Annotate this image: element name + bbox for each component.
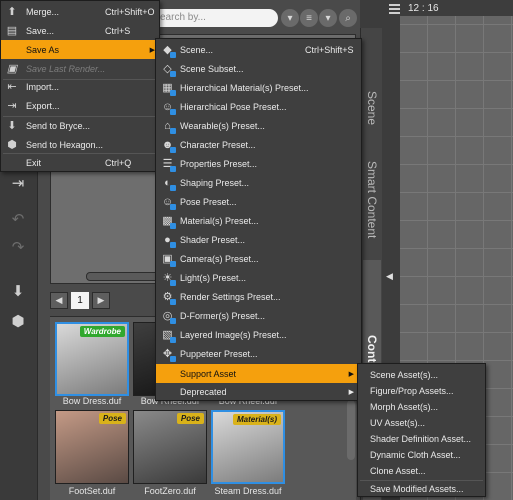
wearables-icon: ⌂ [159,118,176,134]
render-icon: ▣ [6,63,18,75]
menu-item-pose-preset[interactable]: ☺ Pose Preset... [156,192,361,211]
menu-item-layered-images-preset[interactable]: ▧ Layered Image(s) Preset... [156,325,361,344]
search-icon[interactable]: ⌕ [339,9,357,27]
support-asset-submenu: Scene Asset(s)... Figure/Prop Assets... … [357,363,486,497]
shader-icon: ● [159,232,176,248]
scene-preset-icon: ◆ [159,42,176,58]
tab-smart-content[interactable]: Smart Content [363,146,381,254]
menu-item-export[interactable]: ⇥ Export... [1,96,159,115]
menu-item-shader-preset[interactable]: ● Shader Preset... [156,230,361,249]
shaping-icon: ◐ [159,175,176,191]
menu-item-render-settings-preset[interactable]: ⚙ Render Settings Preset... [156,287,361,306]
menu-item-import[interactable]: ⇤ Import... [1,77,159,96]
import-icon: ⇤ [7,81,17,93]
pane-collapse-icon[interactable]: ◀ [386,271,393,282]
redo-icon[interactable]: ↷ [7,236,29,258]
undo-icon[interactable]: ↶ [7,208,29,230]
character-icon: ☻ [159,137,176,153]
asset-thumbnail[interactable]: Pose [133,410,207,484]
menu-item-shaping-preset[interactable]: ◐ Shaping Preset... [156,173,361,192]
layered-image-icon: ▧ [159,327,176,343]
category-badge: Pose [176,413,204,424]
hexagon-icon: ⬢ [7,139,17,151]
menu-item-lights-preset[interactable]: ☀ Light(s) Preset... [156,268,361,287]
menu-item-exit[interactable]: Exit Ctrl+Q [1,153,159,172]
viewport-time-readout: 12 : 16 [400,0,513,16]
database-dropdown-button[interactable]: ▾ [319,9,337,27]
asset-thumbnail[interactable]: Pose [55,410,129,484]
light-icon: ☀ [159,270,176,286]
menu-item-save-last-render: ▣ Save Last Render... [6,63,106,75]
asset-thumbnail[interactable]: Wardrobe [55,322,129,396]
thumbnail-vertical-scrollbar[interactable] [347,400,355,460]
submenu-arrow-icon: ▶ [348,370,354,378]
page-number[interactable]: 1 [71,292,89,309]
bryce-icon: ⬇ [7,120,17,132]
menu-item-save-modified-assets[interactable]: Save Modified Assets... [358,479,485,498]
render-settings-icon: ⚙ [159,289,176,305]
pane-menu-icon[interactable] [389,4,400,14]
category-badge: Wardrobe [79,326,125,337]
menu-item-scene[interactable]: ◆ Scene... Ctrl+Shift+S [156,40,361,59]
menu-item-deprecated[interactable]: Deprecated ▶ [156,382,361,401]
page-navigator: ◀ 1 ▶ [50,292,110,311]
category-badge: Material(s) [232,414,281,425]
puppeteer-icon: ✥ [159,346,176,362]
menu-item-send-to-bryce[interactable]: ⬇ Send to Bryce... [1,116,159,135]
menu-item-properties-preset[interactable]: ☰ Properties Preset... [156,154,361,173]
menu-item-save[interactable]: ▤ Save... Ctrl+S [1,21,159,40]
send-to-hexagon-tool-icon[interactable]: ⬢ [7,310,29,332]
submenu-arrow-icon: ▶ [348,388,354,396]
asset-caption: FootZero.duf [144,486,196,496]
save-as-submenu: ◆ Scene... Ctrl+Shift+S ◇ Scene Subset..… [155,38,362,401]
next-page-button[interactable]: ▶ [92,292,110,309]
menu-item-clone-asset[interactable]: Clone Asset... [358,461,485,480]
menu-item-hierarchical-material-preset[interactable]: ▦ Hierarchical Material(s) Preset... [156,78,361,97]
menu-item-send-to-hexagon[interactable]: ⬢ Send to Hexagon... [1,135,159,154]
menu-item-character-preset[interactable]: ☻ Character Preset... [156,135,361,154]
merge-icon: ⬆ [7,6,17,18]
hierarchical-pose-icon: ☺ [159,99,176,115]
tab-scene[interactable]: Scene [363,80,381,136]
menu-item-support-asset[interactable]: Support Asset ▶ [156,364,361,383]
database-icon[interactable]: ≡ [300,9,318,27]
scene-subset-icon: ◇ [159,61,176,77]
menu-item-save-as[interactable]: Save As ▶ [1,40,162,59]
menu-item-hierarchical-pose-preset[interactable]: ☺ Hierarchical Pose Preset... [156,97,361,116]
category-badge: Pose [98,413,126,424]
menu-item-materials-preset[interactable]: ▩ Material(s) Preset... [156,211,361,230]
asset-caption: Bow Dress.duf [62,396,122,406]
send-to-bryce-tool-icon[interactable]: ⬇ [7,280,29,302]
camera-icon: ▣ [159,251,176,267]
previous-page-button[interactable]: ◀ [50,292,68,309]
asset-caption: FootSet.duf [68,486,116,496]
menu-item-cameras-preset[interactable]: ▣ Camera(s) Preset... [156,249,361,268]
menu-item-puppeteer-preset[interactable]: ✥ Puppeteer Preset... [156,344,361,363]
save-icon: ▤ [6,25,18,37]
hierarchical-material-icon: ▦ [159,80,176,96]
menu-item-merge[interactable]: ⬆ Merge... Ctrl+Shift+O [1,2,159,21]
asset-thumbnail[interactable]: Material(s) [211,410,285,484]
materials-icon: ▩ [159,213,176,229]
properties-icon: ☰ [159,156,176,172]
menu-item-wearables-preset[interactable]: ⌂ Wearable(s) Preset... [156,116,361,135]
export-icon: ⇥ [7,100,17,112]
asset-caption: Steam Dress.duf [214,486,282,496]
menu-item-dformers-preset[interactable]: ◎ D-Former(s) Preset... [156,306,361,325]
dformer-icon: ◎ [159,308,176,324]
export-tool-icon[interactable]: ⇥ [7,172,29,194]
file-menu: ⬆ Merge... Ctrl+Shift+O ▤ Save... Ctrl+S… [0,0,162,172]
menu-item-scene-subset[interactable]: ◇ Scene Subset... [156,59,361,78]
search-options-button[interactable]: ▾ [281,9,299,27]
pose-icon: ☺ [159,194,176,210]
